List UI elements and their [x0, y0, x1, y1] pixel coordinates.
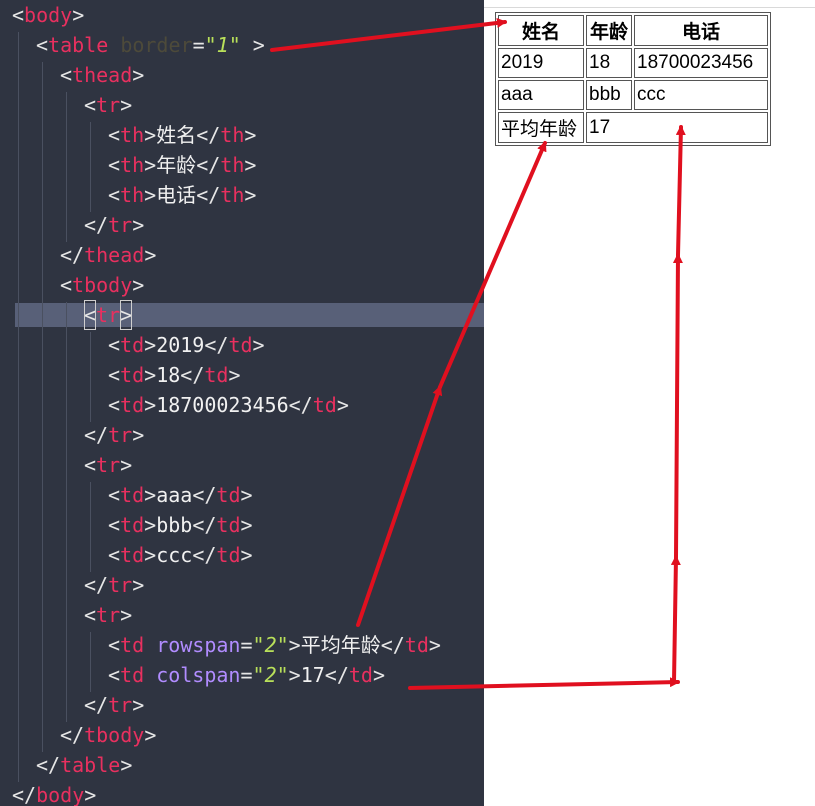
arrow-colspan-vertical-1 [670, 555, 681, 684]
arrow-rowspan-upper [438, 141, 547, 389]
arrow-table-to-preview [270, 17, 507, 52]
arrow-colspan-vertical-3 [675, 125, 686, 257]
arrow-colspan-vertical-2 [672, 253, 683, 559]
arrow-colspan-horizontal [408, 677, 680, 690]
arrow-rowspan-lower [356, 385, 443, 627]
annotation-arrows [270, 17, 686, 690]
